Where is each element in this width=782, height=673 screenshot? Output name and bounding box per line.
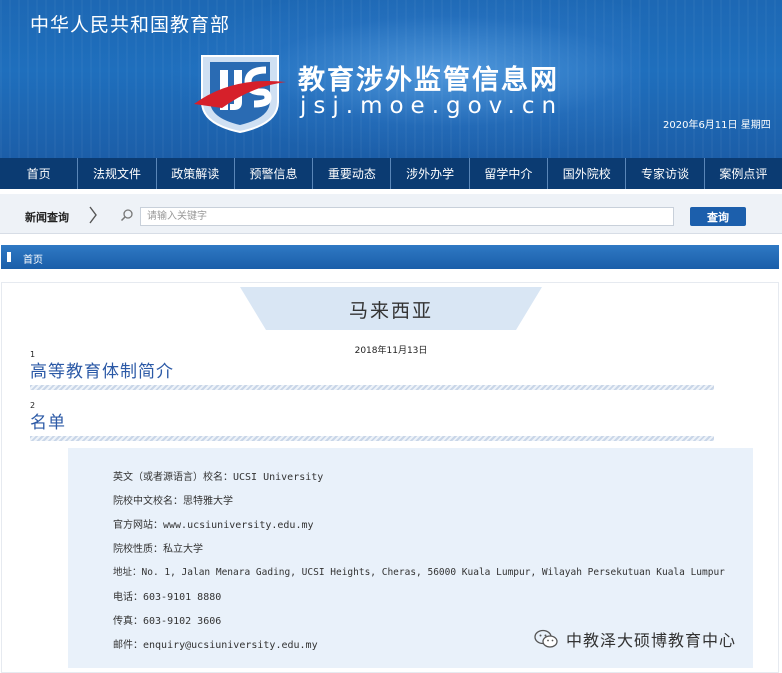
info-label: 电话： [113, 592, 143, 603]
news-search-label: 新闻查询 [25, 211, 69, 224]
section-divider [30, 385, 714, 390]
wechat-icon [534, 629, 558, 648]
site-title[interactable]: 教育涉外监管信息网 [298, 58, 559, 97]
wechat-watermark: 中教泽大硕博教育中心 [534, 627, 736, 651]
info-english-name: 英文（或者源语言）校名：UCSI University [113, 468, 323, 483]
nav-item-policy[interactable]: 政策解读 [157, 158, 235, 189]
info-value: 思特雅大学 [183, 496, 233, 507]
info-phone: 电话：603-9101 8880 [113, 588, 221, 603]
current-date: 2020年6月11日 星期四 [663, 120, 771, 131]
nav-item-regulations[interactable]: 法规文件 [78, 158, 157, 189]
info-label: 官方网站： [113, 520, 163, 531]
site-logo-icon[interactable] [192, 52, 288, 134]
publish-date: 2018年11月13日 [354, 346, 428, 356]
info-value: www.ucsiuniversity.edu.my [163, 520, 314, 531]
country-title: 马来西亚 [348, 300, 433, 322]
site-domain[interactable]: jsj.moe.gov.cn [300, 93, 563, 119]
nav-item-home[interactable]: 首页 [0, 158, 79, 189]
search-icon [120, 209, 133, 222]
nav-item-warnings[interactable]: 预警信息 [235, 158, 314, 189]
info-label: 邮件： [113, 640, 143, 651]
section-title-higher-education[interactable]: 高等教育体制简介 [30, 357, 174, 382]
breadcrumb: 首页 [1, 245, 779, 269]
nav-item-study-agents[interactable]: 留学中介 [470, 158, 549, 189]
search-input[interactable] [140, 207, 674, 226]
search-bar: 新闻查询 查询 [0, 194, 782, 234]
info-value: No. 1, Jalan Menara Gading, UCSI Heights… [141, 567, 725, 578]
nav-item-foreign-institutions[interactable]: 国外院校 [548, 158, 627, 189]
nav-item-foreign-schools-joint[interactable]: 涉外办学 [391, 158, 470, 189]
info-label: 传真： [113, 616, 143, 627]
site-header: 中华人民共和国教育部 教育涉外监管信息网 jsj.moe.gov.cn 2020… [0, 0, 782, 158]
info-label: 地址： [113, 567, 142, 578]
breadcrumb-home-link[interactable]: 首页 [23, 251, 43, 266]
info-value: enquiry@ucsiuniversity.edu.my [143, 640, 318, 651]
section-title-list[interactable]: 名单 [30, 408, 66, 433]
nav-item-news[interactable]: 重要动态 [313, 158, 392, 189]
info-value: 私立大学 [163, 544, 203, 555]
breadcrumb-marker [7, 252, 11, 262]
info-value: UCSI University [233, 472, 324, 483]
nav-item-interviews[interactable]: 专家访谈 [626, 158, 705, 189]
section-divider [30, 436, 714, 441]
info-chinese-name: 院校中文校名：思特雅大学 [113, 492, 233, 507]
info-value: 603-9102 3606 [143, 616, 222, 627]
main-nav: 首页 法规文件 政策解读 预警信息 重要动态 涉外办学 留学中介 国外院校 专家… [0, 158, 782, 189]
search-button[interactable]: 查询 [690, 207, 746, 226]
info-website: 官方网站：www.ucsiuniversity.edu.my [113, 516, 314, 531]
ministry-name[interactable]: 中华人民共和国教育部 [30, 10, 230, 37]
info-email: 邮件：enquiry@ucsiuniversity.edu.my [113, 636, 318, 651]
info-type: 院校性质：私立大学 [113, 540, 203, 555]
chevron-right-icon [89, 206, 97, 224]
info-label: 院校性质： [113, 544, 163, 555]
info-address: 地址：No. 1, Jalan Menara Gading, UCSI Heig… [113, 564, 725, 578]
nav-item-cases[interactable]: 案例点评 [705, 158, 782, 189]
info-fax: 传真：603-9102 3606 [113, 612, 221, 627]
info-value: 603-9101 8880 [143, 592, 222, 603]
watermark-text: 中教泽大硕博教育中心 [566, 631, 737, 650]
info-label: 英文（或者源语言）校名： [113, 472, 233, 483]
info-label: 院校中文校名： [113, 496, 183, 507]
